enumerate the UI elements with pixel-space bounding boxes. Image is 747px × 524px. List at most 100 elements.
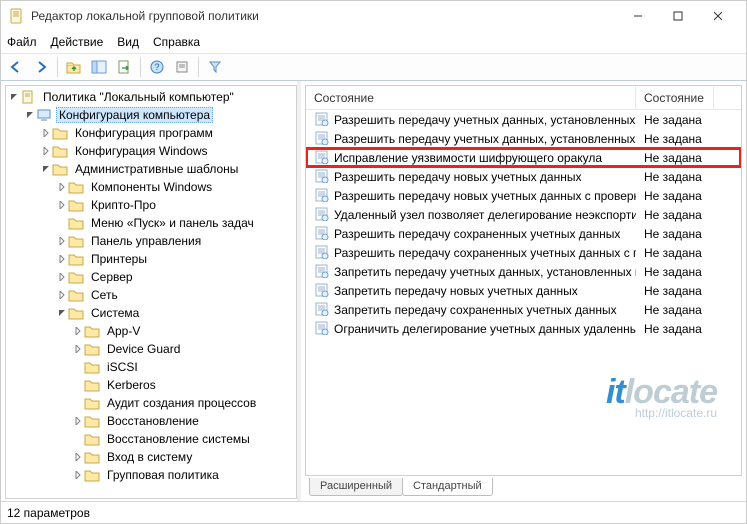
tree-item[interactable]: Принтеры — [8, 250, 296, 268]
tree-item[interactable]: Восстановление — [8, 412, 296, 430]
properties-button[interactable] — [171, 56, 193, 78]
tree-item[interactable]: Конфигурация компьютера — [8, 106, 296, 124]
splitter[interactable] — [297, 81, 301, 501]
list-row[interactable]: Ограничить делегирование учетных данных … — [306, 319, 741, 338]
folder-icon — [52, 125, 68, 141]
tree-item[interactable]: Меню «Пуск» и панель задач — [8, 214, 296, 232]
tree-item[interactable]: Сервер — [8, 268, 296, 286]
list-row[interactable]: Запретить передачу учетных данных, устан… — [306, 262, 741, 281]
column-header-state[interactable]: Состояние — [306, 86, 636, 109]
tab-standard[interactable]: Стандартный — [402, 478, 493, 496]
list-item-state: Не задана — [636, 129, 714, 148]
list-item-state: Не задана — [636, 224, 714, 243]
list-item-label: Разрешить передачу новых учетных данных … — [334, 189, 636, 203]
folder-icon — [84, 431, 100, 447]
list-item-state: Не задана — [636, 262, 714, 281]
setting-icon — [314, 245, 330, 261]
maximize-button[interactable] — [658, 2, 698, 30]
expander-icon[interactable] — [40, 142, 52, 160]
tree-item[interactable]: Конфигурация программ — [8, 124, 296, 142]
expander-icon[interactable] — [72, 340, 84, 358]
tab-extended[interactable]: Расширенный — [309, 478, 403, 496]
expander-icon[interactable] — [56, 178, 68, 196]
tree-item-label: Административные шаблоны — [72, 161, 241, 177]
forward-button[interactable] — [30, 56, 52, 78]
expander-icon[interactable] — [72, 412, 84, 430]
folder-icon — [84, 341, 100, 357]
list-row[interactable]: Удаленный узел позволяет делегирование н… — [306, 205, 741, 224]
list-item-label: Разрешить передачу новых учетных данных — [334, 170, 581, 184]
tree-item[interactable]: Kerberos — [8, 376, 296, 394]
expander-icon[interactable] — [8, 88, 20, 106]
folder-icon — [52, 161, 68, 177]
list-row[interactable]: Разрешить передачу новых учетных данных … — [306, 167, 741, 186]
tree-item[interactable]: Конфигурация Windows — [8, 142, 296, 160]
expander-icon[interactable] — [72, 448, 84, 466]
menu-view[interactable]: Вид — [117, 35, 139, 49]
tree-item[interactable]: iSCSI — [8, 358, 296, 376]
expander-icon[interactable] — [56, 196, 68, 214]
help-button[interactable]: ? — [146, 56, 168, 78]
list-row[interactable]: Разрешить передачу сохраненных учетных д… — [306, 243, 741, 262]
list-row[interactable]: Запретить передачу новых учетных данных … — [306, 281, 741, 300]
tree-item[interactable]: Компоненты Windows — [8, 178, 296, 196]
tree-item[interactable]: App-V — [8, 322, 296, 340]
tree-item[interactable]: Восстановление системы — [8, 430, 296, 448]
list-row[interactable]: Запретить передачу сохраненных учетных д… — [306, 300, 741, 319]
folder-icon — [36, 107, 52, 123]
folder-icon — [84, 359, 100, 375]
filter-button[interactable] — [204, 56, 226, 78]
expander-icon[interactable] — [72, 394, 84, 412]
back-button[interactable] — [5, 56, 27, 78]
list-item-label: Запретить передачу учетных данных, устан… — [334, 265, 636, 279]
list-row[interactable]: Разрешить передачу учетных данных, устан… — [306, 129, 741, 148]
tree-item[interactable]: Аудит создания процессов — [8, 394, 296, 412]
tree-item[interactable]: Сеть — [8, 286, 296, 304]
tree-item[interactable]: Групповая политика — [8, 466, 296, 484]
expander-icon[interactable] — [56, 250, 68, 268]
tree-item[interactable]: Крипто-Про — [8, 196, 296, 214]
list-item-label: Разрешить передачу учетных данных, устан… — [334, 113, 636, 127]
expander-icon[interactable] — [40, 124, 52, 142]
expander-icon[interactable] — [56, 304, 68, 322]
menu-help[interactable]: Справка — [153, 35, 200, 49]
folder-icon — [84, 323, 100, 339]
menu-bar: Файл Действие Вид Справка — [1, 31, 746, 53]
tree-root[interactable]: Политика "Локальный компьютер" — [8, 88, 296, 106]
list-row[interactable]: Разрешить передачу новых учетных данных … — [306, 186, 741, 205]
expander-icon[interactable] — [72, 466, 84, 484]
expander-icon[interactable] — [24, 106, 36, 124]
setting-icon — [314, 131, 330, 147]
tree-item[interactable]: Административные шаблоны — [8, 160, 296, 178]
menu-file[interactable]: Файл — [7, 35, 37, 49]
tree-item[interactable]: Вход в систему — [8, 448, 296, 466]
expander-icon[interactable] — [56, 286, 68, 304]
tree-item[interactable]: Система — [8, 304, 296, 322]
list-row[interactable]: Исправление уязвимости шифрующего оракул… — [306, 148, 741, 167]
folder-icon — [68, 287, 84, 303]
up-folder-button[interactable] — [63, 56, 85, 78]
list-row[interactable]: Разрешить передачу сохраненных учетных д… — [306, 224, 741, 243]
folder-icon — [68, 233, 84, 249]
expander-icon[interactable] — [72, 322, 84, 340]
expander-icon[interactable] — [72, 430, 84, 448]
expander-icon[interactable] — [56, 268, 68, 286]
expander-icon[interactable] — [56, 214, 68, 232]
expander-icon[interactable] — [56, 232, 68, 250]
export-list-button[interactable] — [113, 56, 135, 78]
minimize-button[interactable] — [618, 2, 658, 30]
close-button[interactable] — [698, 2, 738, 30]
folder-icon — [84, 395, 100, 411]
expander-icon[interactable] — [72, 376, 84, 394]
tree-item-label: Конфигурация программ — [72, 125, 216, 141]
tree-item[interactable]: Панель управления — [8, 232, 296, 250]
menu-action[interactable]: Действие — [51, 35, 104, 49]
show-hide-console-tree-button[interactable] — [88, 56, 110, 78]
tree-item-label: Меню «Пуск» и панель задач — [88, 215, 257, 231]
folder-icon — [68, 197, 84, 213]
expander-icon[interactable] — [72, 358, 84, 376]
tree-item[interactable]: Device Guard — [8, 340, 296, 358]
list-row[interactable]: Разрешить передачу учетных данных, устан… — [306, 110, 741, 129]
expander-icon[interactable] — [40, 160, 52, 178]
column-header-state-2[interactable]: Состояние — [636, 86, 714, 109]
